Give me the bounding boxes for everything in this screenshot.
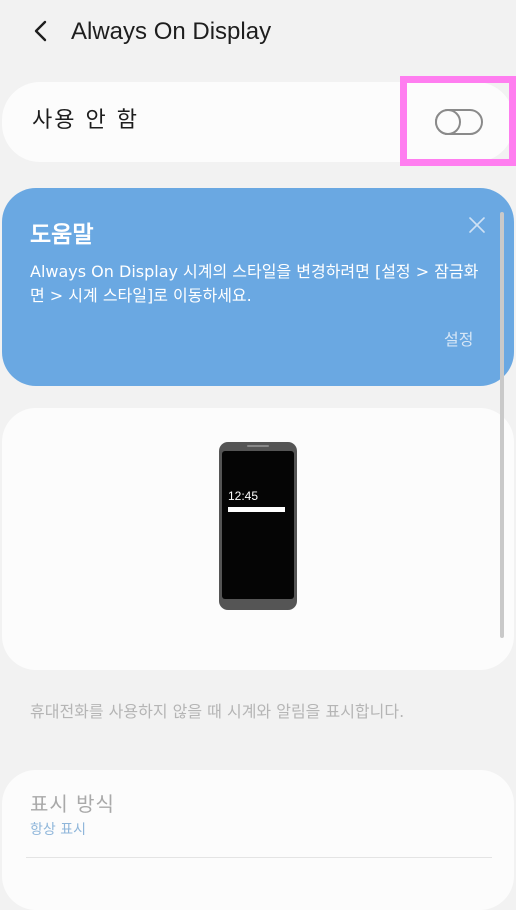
phone-preview: 12:45: [219, 442, 297, 610]
preview-clock-time: 12:45: [228, 489, 259, 503]
toggle-knob: [435, 109, 461, 135]
help-close-button[interactable]: [466, 214, 488, 236]
help-settings-link[interactable]: 설정: [444, 328, 473, 352]
help-body: Always On Display 시계의 스타일을 변경하려면 [설정 > 잠…: [30, 262, 479, 305]
header-bar: Always On Display: [0, 0, 516, 66]
aod-toggle-switch[interactable]: [435, 109, 483, 135]
back-button[interactable]: [24, 14, 58, 48]
display-mode-item[interactable]: 표시 방식 항상 표시: [2, 770, 514, 910]
close-icon: [469, 217, 485, 233]
phone-screen: 12:45: [222, 451, 294, 599]
preview-clock-bar: [228, 507, 285, 512]
help-card: 도움말 Always On Display 시계의 스타일을 변경하려면 [설정…: [2, 188, 514, 386]
chevron-left-icon: [34, 20, 47, 42]
display-mode-value: 항상 표시: [30, 822, 86, 838]
feature-description: 휴대전화를 사용하지 않을 때 시계와 알림을 표시합니다.: [30, 702, 405, 721]
phone-speaker: [247, 445, 269, 447]
display-mode-title: 표시 방식: [30, 792, 115, 816]
toggle-label: 사용 안 함: [32, 108, 139, 133]
scrollbar[interactable]: [500, 212, 504, 638]
divider: [26, 857, 492, 858]
help-title: 도움말: [30, 222, 94, 248]
page-title: Always On Display: [71, 18, 272, 45]
